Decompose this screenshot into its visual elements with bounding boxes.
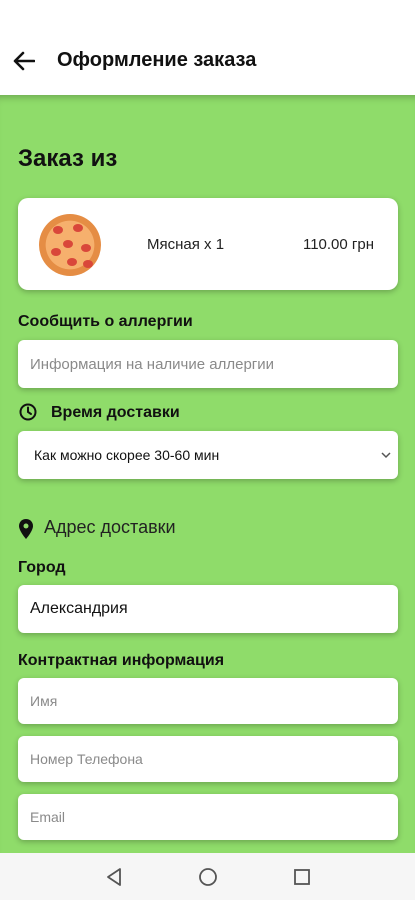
city-value: Александрия — [30, 600, 128, 617]
location-pin-icon — [18, 518, 34, 540]
page-title: Оформление заказа — [57, 49, 257, 71]
arrow-left-icon — [13, 51, 35, 71]
allergy-placeholder: Информация на наличие аллергии — [30, 355, 275, 373]
city-input[interactable]: Александрия — [18, 585, 398, 633]
chevron-down-icon — [381, 452, 391, 459]
delivery-time-value: Как можно скорее 30-60 мин — [34, 447, 220, 463]
checkout-form: Заказ из Мясная х 1 110.00 грн Сообщить … — [0, 95, 415, 853]
nav-recents-icon — [293, 868, 310, 885]
delivery-time-label: Время доставки — [51, 404, 180, 421]
order-item-name: Мясная х 1 — [147, 236, 225, 253]
name-input[interactable]: Имя — [18, 678, 398, 724]
back-button[interactable] — [10, 47, 38, 75]
nav-home-icon — [198, 867, 217, 886]
phone-placeholder: Номер Телефона — [30, 751, 143, 767]
email-input[interactable]: Email — [18, 794, 398, 840]
order-item-card: Мясная х 1 110.00 грн — [18, 198, 398, 290]
app-bar: Оформление заказа — [0, 0, 415, 95]
name-placeholder: Имя — [30, 693, 58, 709]
nav-home-button[interactable] — [196, 865, 220, 889]
phone-input[interactable]: Номер Телефона — [18, 736, 398, 782]
nav-recents-button[interactable] — [290, 865, 314, 889]
allergy-label: Сообщить о аллергии — [18, 313, 193, 330]
system-nav-bar — [0, 853, 415, 900]
nav-back-button[interactable] — [102, 865, 126, 889]
pizza-image — [39, 214, 101, 276]
order-item-price: 110.00 грн — [302, 236, 374, 253]
email-placeholder: Email — [30, 809, 66, 825]
contact-label: Контрактная информация — [18, 652, 225, 669]
delivery-time-select[interactable]: Как можно скорее 30-60 мин — [18, 431, 398, 479]
nav-back-icon — [106, 867, 121, 886]
clock-icon — [18, 402, 38, 422]
city-label: Город — [18, 559, 66, 576]
allergy-input[interactable]: Информация на наличие аллергии — [18, 340, 398, 388]
address-heading: Адрес доставки — [44, 517, 176, 537]
order-heading: Заказ из — [18, 145, 118, 172]
